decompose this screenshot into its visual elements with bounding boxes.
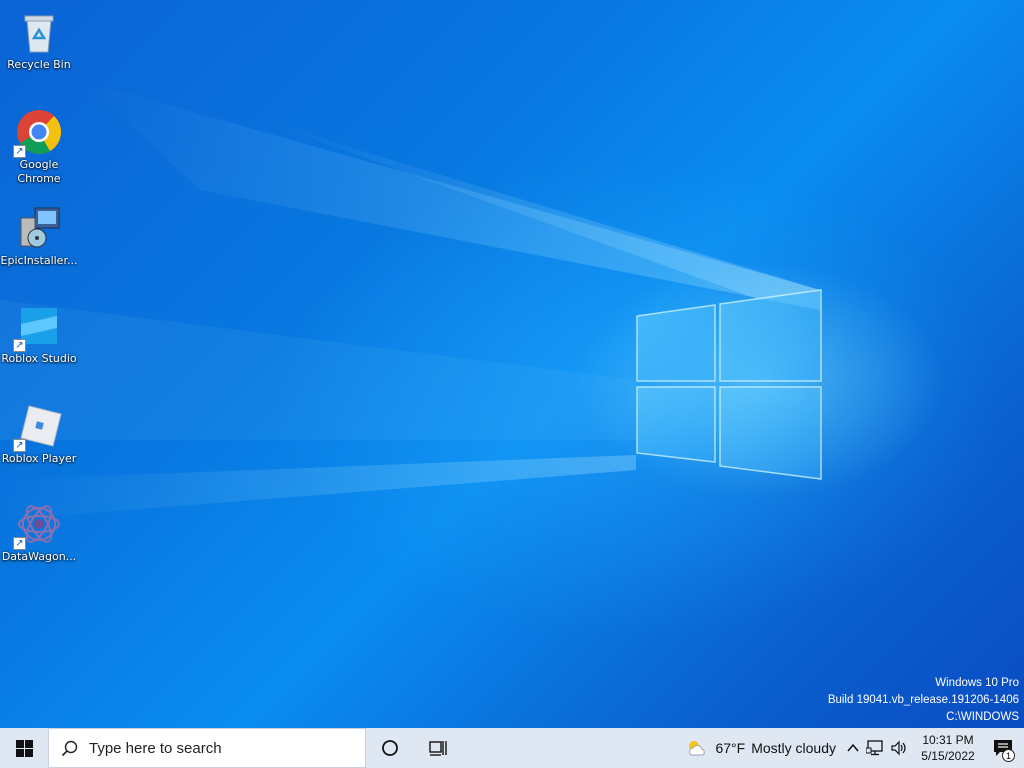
wallpaper-light-beams (0, 80, 822, 520)
desktop-icon-label: Roblox Studio (1, 352, 77, 365)
shortcut-arrow-icon: ↗ (13, 339, 26, 352)
installer-icon (15, 204, 63, 252)
action-center-button[interactable]: 1 (982, 728, 1024, 768)
task-view-icon (429, 741, 447, 756)
desktop-icon-label: EpicInstaller... (0, 254, 78, 267)
clock-time: 10:31 PM (922, 733, 974, 747)
desktop-icon-label: Roblox Player (1, 452, 77, 465)
search-icon (61, 740, 77, 756)
desktop-icon-roblox-studio[interactable]: ↗ Roblox Studio (1, 298, 77, 386)
desktop-icon-label: DataWagon... (1, 550, 77, 563)
taskbar-search-box[interactable]: Type here to search (48, 728, 366, 768)
cortana-circle-icon (382, 740, 398, 756)
clock-date: 5/15/2022 (921, 749, 975, 763)
task-view-button[interactable] (414, 728, 462, 768)
desktop-icon-google-chrome[interactable]: ↗ Google Chrome (2, 104, 76, 192)
notification-count-badge: 1 (1002, 749, 1015, 762)
desktop: Recycle Bin ↗ Google Chrome EpicInstalle… (0, 0, 1024, 728)
taskbar-clock[interactable]: 10:31 PM 5/15/2022 (914, 732, 982, 764)
desktop-icon-label: Recycle Bin (7, 58, 71, 71)
chrome-icon: ↗ (13, 108, 63, 158)
datawagon-icon: ↗ (13, 500, 63, 550)
speaker-volume-icon[interactable] (890, 740, 908, 756)
watermark-build: Build 19041.vb_release.191206-1406 (827, 694, 1019, 706)
watermark-edition: Windows 10 Pro (935, 677, 1019, 689)
shortcut-arrow-icon: ↗ (13, 439, 26, 452)
windows-start-icon (15, 739, 33, 757)
desktop-icon-recycle-bin[interactable]: Recycle Bin (2, 4, 76, 92)
cortana-button[interactable] (366, 728, 414, 768)
weather-condition: Mostly cloudy (751, 740, 836, 756)
shortcut-arrow-icon: ↗ (13, 537, 26, 550)
roblox-player-icon: ↗ (13, 402, 63, 452)
desktop-icon-epic-installer[interactable]: EpicInstaller... (0, 200, 78, 288)
taskbar: Type here to search 67°F Mostly cloudy 1… (0, 728, 1024, 768)
system-tray (846, 740, 908, 756)
desktop-icon-datawagon[interactable]: ↗ DataWagon... (2, 496, 76, 584)
windows-logo (636, 289, 822, 480)
chevron-up-icon[interactable] (846, 741, 860, 755)
weather-temperature: 67°F (715, 740, 746, 756)
shortcut-arrow-icon: ↗ (13, 145, 26, 158)
watermark-path: C:\WINDOWS (946, 711, 1019, 723)
partly-cloudy-icon (689, 741, 706, 756)
weather-widget[interactable]: 67°F Mostly cloudy (685, 738, 836, 758)
windows-build-watermark: Windows 10 Pro Build 19041.vb_release.19… (828, 675, 1019, 726)
network-icon[interactable] (866, 740, 884, 756)
desktop-icon-roblox-player[interactable]: ↗ Roblox Player (2, 398, 76, 486)
desktop-icon-label: Google Chrome (17, 158, 61, 185)
search-placeholder: Type here to search (89, 739, 222, 757)
roblox-studio-icon: ↗ (13, 302, 63, 352)
recycle-bin-icon (15, 8, 63, 56)
start-button[interactable] (0, 728, 48, 768)
